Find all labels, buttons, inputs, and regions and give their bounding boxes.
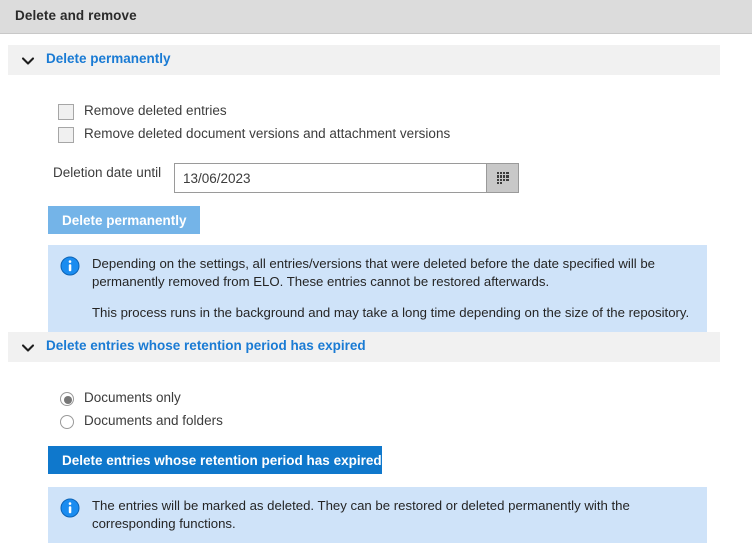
chevron-down-icon[interactable] <box>20 340 36 356</box>
section-title-delete-permanently: Delete permanently <box>46 51 171 66</box>
deletion-date-label: Deletion date until <box>53 165 162 180</box>
date-picker-button[interactable] <box>486 164 518 192</box>
checkbox-remove-deleted-versions[interactable] <box>58 127 74 143</box>
checkbox-label-remove-deleted-versions: Remove deleted document versions and att… <box>84 126 451 141</box>
info-box-delete-permanently: Depending on the settings, all entries/v… <box>48 245 707 332</box>
delete-retention-expired-button[interactable]: Delete entries whose retention period ha… <box>48 446 382 474</box>
calendar-grid-icon <box>496 172 509 184</box>
info-text-line-2: This process runs in the background and … <box>92 305 690 320</box>
radio-documents-only[interactable] <box>60 392 74 406</box>
radio-documents-and-folders[interactable] <box>60 415 74 429</box>
section-title-delete-retention-expired: Delete entries whose retention period ha… <box>46 338 366 353</box>
window-title-bar: Delete and remove <box>0 0 752 34</box>
checkbox-remove-deleted-entries[interactable] <box>58 104 74 120</box>
info-text-line-1: The entries will be marked as deleted. T… <box>92 498 630 531</box>
info-box-delete-retention-expired: The entries will be marked as deleted. T… <box>48 487 707 543</box>
page-title: Delete and remove <box>15 8 137 23</box>
delete-permanently-button[interactable]: Delete permanently <box>48 206 200 234</box>
radio-label-documents-only: Documents only <box>84 390 181 405</box>
chevron-down-icon[interactable] <box>20 53 36 69</box>
info-circle-icon <box>60 498 80 518</box>
deletion-date-field[interactable] <box>174 163 519 193</box>
radio-label-documents-and-folders: Documents and folders <box>84 413 223 428</box>
info-circle-icon <box>60 256 80 276</box>
deletion-date-input[interactable] <box>175 164 486 192</box>
info-text-line-1: Depending on the settings, all entries/v… <box>92 256 656 289</box>
checkbox-label-remove-deleted-entries: Remove deleted entries <box>84 103 227 118</box>
section-header-delete-retention-expired[interactable]: Delete entries whose retention period ha… <box>8 332 720 362</box>
section-header-delete-permanently[interactable]: Delete permanently <box>8 45 720 75</box>
